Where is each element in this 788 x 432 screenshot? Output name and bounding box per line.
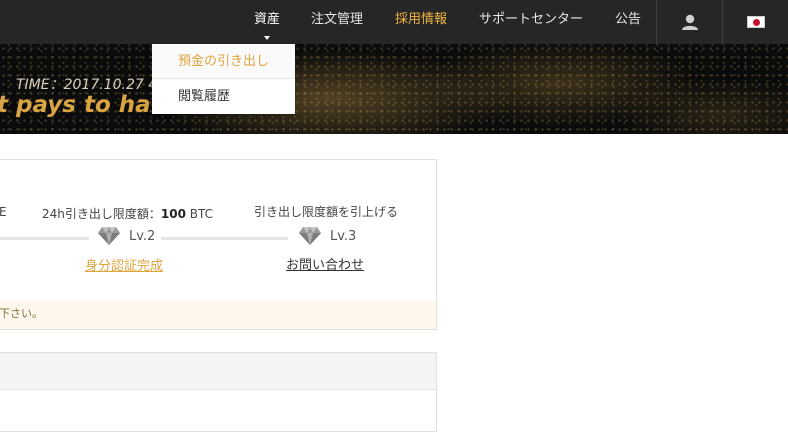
diamond-icon: [98, 227, 120, 245]
raise-limit-label: 引き出し限度額を引上げる: [254, 205, 399, 219]
diamond-icon: [299, 227, 321, 245]
language-button[interactable]: [723, 0, 788, 44]
menu-item-deposit-withdraw[interactable]: 預金の引き出し: [152, 44, 295, 79]
nav-assets-label: 資産: [254, 12, 281, 27]
nav-order-management[interactable]: 注文管理: [311, 0, 363, 44]
user-account-button[interactable]: [657, 0, 723, 44]
daily-limit-unit: BTC: [189, 207, 214, 221]
level-3-indicator: Lv.3: [298, 226, 356, 246]
withdrawal-limit-card: E 24h引き出し限度額：100 BTC 引き出し限度額を引上げる Lv.2 L…: [0, 159, 437, 330]
daily-limit-prefix: 24h引き出し限度額：: [42, 207, 161, 221]
top-navbar: 資産 注文管理 採用情報 サポートセンター 公告: [0, 0, 788, 44]
level-3-label: Lv.3: [330, 228, 357, 244]
nav-support-center[interactable]: サポートセンター: [479, 0, 583, 44]
secondary-panel: [0, 352, 437, 432]
contact-us-link[interactable]: お問い合わせ: [286, 254, 364, 273]
nav-careers[interactable]: 採用情報: [395, 0, 447, 44]
identity-verification-link[interactable]: 身分認証完成: [85, 255, 163, 274]
nav-assets[interactable]: 資産: [254, 0, 280, 44]
caret-down-icon: [264, 36, 270, 40]
banner-time: TIME：2017.10.27 4: [16, 77, 158, 93]
level1-label-fragment: E: [0, 205, 7, 219]
level-2-indicator: Lv.2: [97, 226, 155, 246]
japan-flag-icon: [747, 16, 765, 28]
daily-limit-label: 24h引き出し限度額：100 BTC: [42, 205, 213, 222]
progress-line: [0, 237, 89, 240]
assets-dropdown-menu: 預金の引き出し 閲覧履歴: [152, 44, 295, 114]
secondary-panel-header: [0, 353, 436, 390]
menu-item-history[interactable]: 閲覧履歴: [152, 79, 295, 114]
level-2-label: Lv.2: [129, 228, 156, 244]
daily-limit-value: 100: [160, 207, 186, 221]
notice-bar: 下さい。: [0, 301, 436, 329]
user-icon: [682, 14, 698, 30]
nav-announcements[interactable]: 公告: [615, 0, 641, 44]
progress-line: [161, 237, 288, 240]
hero-banner: TIME：2017.10.27 4 t pays to have: [0, 44, 788, 134]
